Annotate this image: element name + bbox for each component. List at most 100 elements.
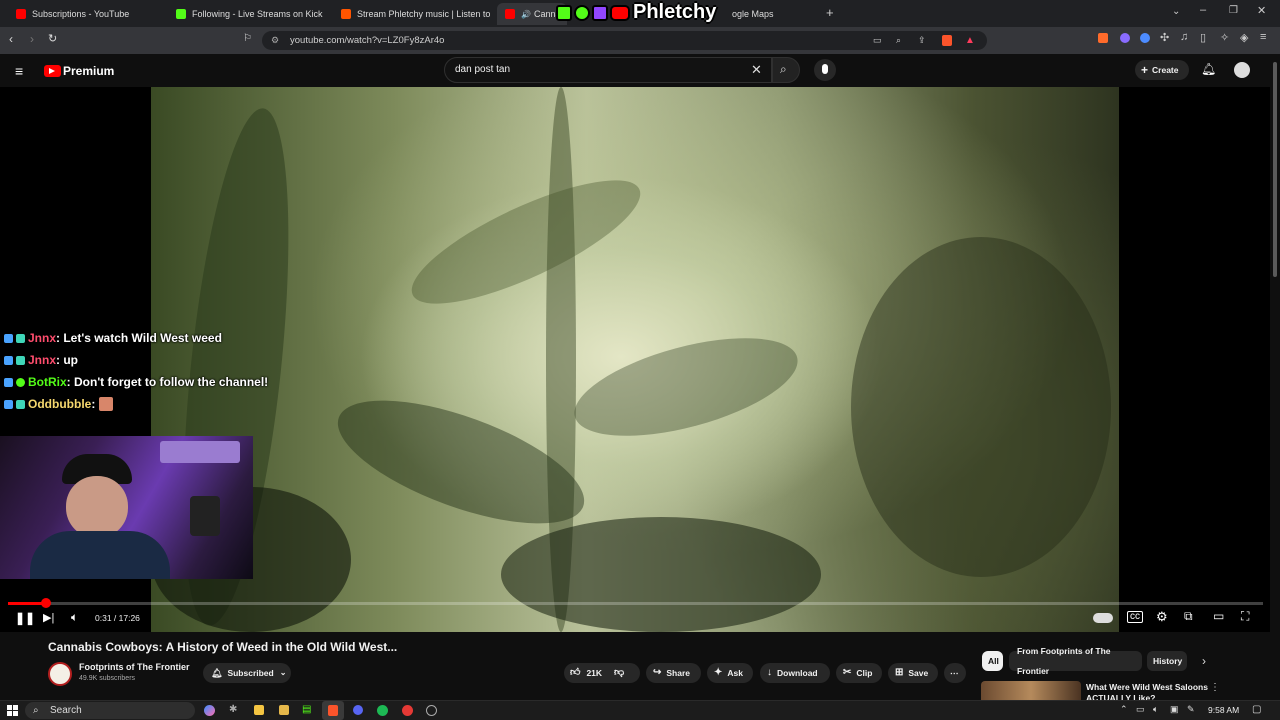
chip-all[interactable]: All: [982, 651, 1003, 671]
reload-icon[interactable]: ↻: [48, 32, 57, 45]
minimize-icon[interactable]: –: [1200, 4, 1206, 16]
twitch-logo-icon: [592, 4, 608, 21]
file-explorer-icon[interactable]: [254, 705, 264, 715]
new-tab-icon[interactable]: +: [826, 5, 834, 20]
tab-subscriptions[interactable]: Subscriptions - YouTube: [8, 3, 168, 25]
brave-shield-icon[interactable]: [942, 35, 952, 46]
settings-gear-icon[interactable]: ⚙: [1156, 609, 1168, 625]
vpn-icon[interactable]: ◈: [1240, 31, 1248, 44]
emote-icon: [99, 397, 114, 411]
cast-icon[interactable]: ▭: [873, 31, 882, 50]
ask-button[interactable]: ✦ Ask: [707, 663, 753, 683]
page-scrollbar[interactable]: [1270, 54, 1280, 700]
volume-tray-icon[interactable]: 🔈︎: [1153, 704, 1158, 715]
zoom-icon[interactable]: ⌕: [896, 31, 901, 50]
maximize-icon[interactable]: ❐: [1229, 5, 1238, 16]
chat-text: :: [91, 397, 96, 411]
extension-icon[interactable]: [1140, 33, 1150, 43]
taskbar-search-input[interactable]: ⌕ Search: [25, 702, 195, 719]
tab-kick[interactable]: Following - Live Streams on Kick: [168, 3, 333, 25]
obs-record-icon[interactable]: [402, 705, 413, 716]
miniplayer-icon[interactable]: ⧉: [1184, 609, 1193, 624]
search-button[interactable]: ⌕: [772, 57, 800, 83]
like-icon[interactable]: 👍︎: [570, 663, 580, 683]
tray-app-icon[interactable]: ▣: [1170, 704, 1179, 715]
extension-icon[interactable]: [1098, 33, 1108, 43]
widgets-icon[interactable]: ✱: [229, 704, 237, 715]
chips-next-icon[interactable]: ›: [1202, 654, 1206, 668]
more-vert-icon[interactable]: ⋮: [1210, 682, 1220, 693]
leo-ai-icon[interactable]: ✧: [1220, 31, 1229, 44]
pause-icon[interactable]: ❚❚: [15, 611, 35, 625]
clock[interactable]: 9:58 AM: [1208, 705, 1239, 715]
share-icon: ↪: [653, 667, 662, 678]
subscribed-button[interactable]: 🔔︎ Subscribed ⌄: [203, 663, 291, 683]
notifications-bell-icon[interactable]: 🔔︎: [1201, 62, 1216, 76]
obs-icon[interactable]: [426, 705, 437, 716]
search-input[interactable]: dan post tan ✕: [444, 57, 772, 83]
share-button[interactable]: ↪ Share: [646, 663, 701, 683]
address-bar[interactable]: ⚙ youtube.com/watch?v=LZ0Fy8zAr4o ▭ ⌕ ⇪ …: [262, 31, 987, 50]
site-info-icon[interactable]: ⚙: [271, 31, 279, 50]
chip-label: From Footprints of The Frontier: [1017, 646, 1111, 676]
copilot-icon[interactable]: [204, 705, 215, 716]
clip-button[interactable]: ✂ Clip: [836, 663, 882, 683]
folder-icon[interactable]: [279, 705, 289, 715]
back-icon[interactable]: ‹: [9, 32, 13, 46]
bookmark-icon[interactable]: ⚐: [243, 33, 252, 44]
music-icon[interactable]: ♫: [1180, 31, 1188, 43]
moderator-badge-icon: [4, 399, 13, 409]
guide-menu-icon[interactable]: ≡: [15, 63, 23, 79]
brave-rewards-icon[interactable]: ▲: [965, 31, 975, 50]
close-icon[interactable]: ✕: [1257, 4, 1266, 17]
theater-mode-icon[interactable]: ▭: [1213, 609, 1224, 623]
tab-title: Stream Phletchy music | Listen to son: [357, 9, 493, 19]
spotify-icon[interactable]: [377, 705, 388, 716]
more-actions-button[interactable]: ⋯: [944, 663, 966, 683]
volume-icon[interactable]: 🔈︎: [71, 610, 78, 625]
extensions-icon[interactable]: ✣: [1160, 31, 1169, 44]
windows-start-icon[interactable]: [7, 705, 18, 716]
channel-avatar[interactable]: [48, 662, 72, 686]
chip-from-channel[interactable]: From Footprints of The Frontier: [1009, 646, 1142, 676]
kick-logo-icon: [556, 4, 572, 21]
tray-overflow-icon[interactable]: ⌃: [1120, 704, 1128, 715]
seek-bar[interactable]: [8, 598, 1263, 608]
save-button[interactable]: ⊞ Save: [888, 663, 938, 683]
dislike-icon[interactable]: 👎︎: [614, 663, 624, 683]
share-page-icon[interactable]: ⇪: [918, 31, 926, 50]
tab-search-icon[interactable]: ⌄: [1172, 6, 1180, 17]
download-button[interactable]: ↓ Download: [760, 663, 830, 683]
like-count[interactable]: 21K: [586, 663, 602, 683]
pen-icon[interactable]: ✎: [1187, 704, 1195, 715]
sidebar-icon[interactable]: ▯: [1200, 31, 1206, 44]
avatar[interactable]: [1232, 60, 1252, 80]
network-icon[interactable]: ▭: [1136, 704, 1145, 715]
leaf-shape: [397, 157, 655, 327]
video-player[interactable]: Jnnx : Let's watch Wild West weed Jnnx :…: [0, 87, 1270, 632]
terminal-icon[interactable]: ▤: [302, 704, 311, 715]
recommendation-title[interactable]: What Were Wild West Saloons ACTUALLY Lik…: [1086, 682, 1216, 700]
captions-icon[interactable]: cc: [1127, 611, 1143, 623]
scrollbar-thumb[interactable]: [1273, 62, 1277, 277]
forward-icon[interactable]: ›: [30, 32, 34, 46]
tab-soundcloud[interactable]: Stream Phletchy music | Listen to son: [333, 3, 493, 25]
voice-search-button[interactable]: [814, 59, 836, 81]
create-button[interactable]: + Create: [1135, 60, 1189, 80]
autoplay-toggle[interactable]: [1093, 613, 1113, 623]
chat-message: Jnnx : up: [4, 353, 78, 367]
next-video-icon[interactable]: ▶|: [43, 611, 54, 624]
brave-taskbar-button[interactable]: [322, 701, 344, 720]
channel-name[interactable]: Footprints of The Frontier: [79, 662, 190, 672]
extension-icon[interactable]: [1120, 33, 1130, 43]
fullscreen-icon[interactable]: ⛶: [1241, 609, 1249, 624]
discord-icon[interactable]: [353, 705, 363, 715]
recommendation-thumbnail[interactable]: [981, 681, 1081, 700]
tab-google-maps[interactable]: ogle Maps: [724, 3, 819, 25]
menu-icon[interactable]: ≡: [1260, 31, 1266, 43]
youtube-premium-label[interactable]: Premium: [63, 64, 114, 78]
video-frame-cannabis-plants[interactable]: [151, 87, 1119, 632]
chip-history[interactable]: History: [1147, 651, 1187, 671]
notification-center-icon[interactable]: ▢: [1252, 704, 1261, 715]
clear-search-icon[interactable]: ✕: [751, 58, 762, 82]
